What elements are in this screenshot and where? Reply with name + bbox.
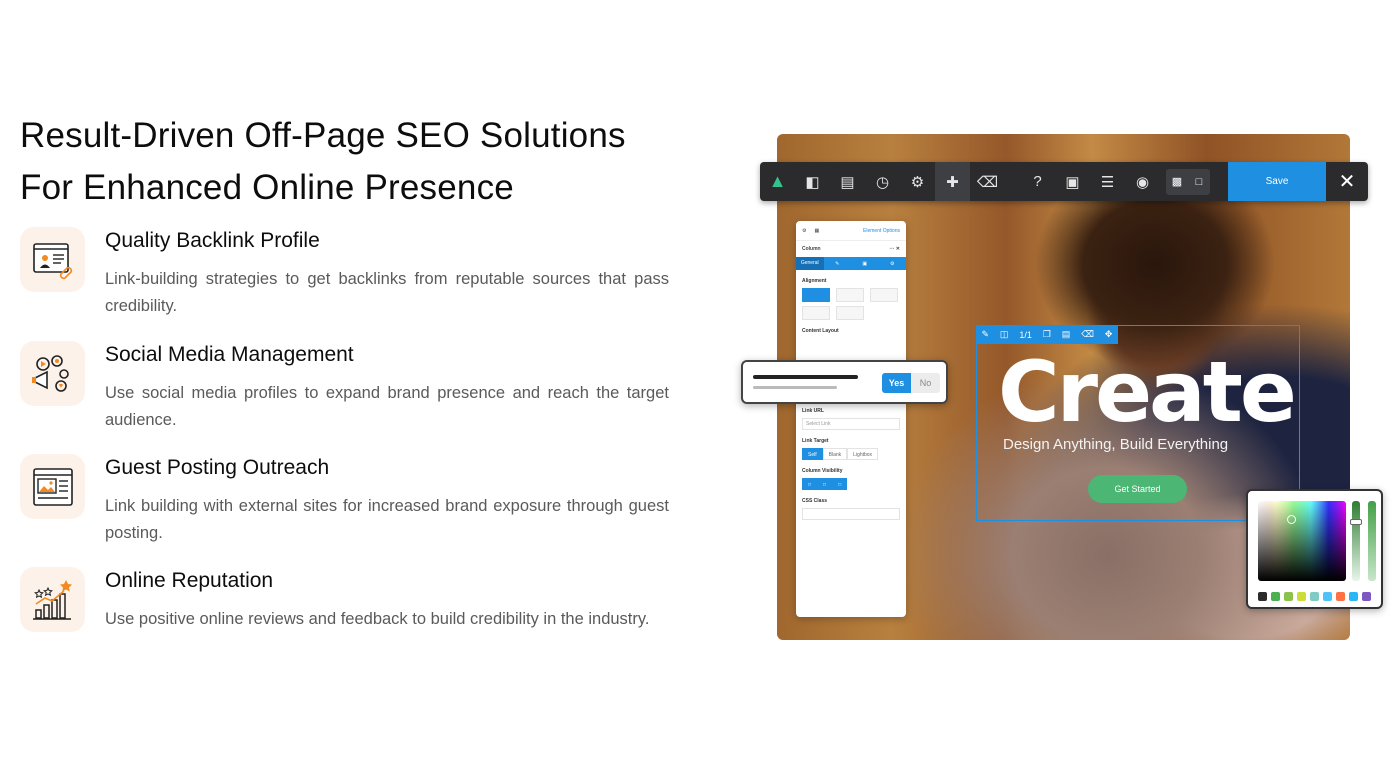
save-template-icon[interactable]: ▤ [1062,329,1071,340]
feature-description: Use positive online reviews and feedback… [105,610,650,628]
css-class-label: CSS Class [802,498,828,504]
link-target-selector: Self Blank Lightbox [802,448,900,460]
link-target-lightbox[interactable]: Lightbox [847,448,879,460]
editor-toolbar: ▲ ◧ ▤ ◷ ⚙ ✚ ⌫ ? ▣ ☰ ◉ ▩ □ Save ✕ [760,162,1368,201]
desktop-view-icon[interactable]: ▣ [1055,162,1090,201]
feature-title: Guest Posting Outreach [105,456,330,479]
color-swatch[interactable] [1258,592,1267,601]
device-desktop-icon[interactable]: □ [802,478,818,490]
link-target-self[interactable]: Self [802,448,823,460]
link-url-label: Link URL [802,408,824,414]
backlink-profile-icon [20,227,85,292]
slider-thumb[interactable] [1350,519,1362,525]
feature-description: Link-building strategies to get backlink… [105,270,669,315]
social-media-icon [20,341,85,406]
page-switcher[interactable]: ▩ □ [1166,168,1210,195]
toggle-card: Yes No [741,360,948,404]
tab-edit-icon[interactable]: ✎ [824,261,852,267]
guest-posting-icon [20,454,85,519]
grid-icon[interactable]: ▦ [814,228,819,234]
color-swatch[interactable] [1284,592,1293,601]
panel-tabs: General ✎ ▣ ⚙ [796,257,906,270]
color-swatch[interactable] [1297,592,1306,601]
link-url-input[interactable]: Select Link [802,418,900,430]
tab-advanced-icon[interactable]: ⚙ [879,261,907,267]
align-option[interactable] [870,288,898,302]
page-icon[interactable]: □ [1188,176,1210,188]
logo-icon: ▲ [768,171,787,191]
delete-icon[interactable]: ⌫ [1081,329,1094,340]
toggle-yes[interactable]: Yes [882,373,911,393]
page-icon[interactable]: ▩ [1166,175,1188,188]
tab-element-options[interactable]: Element Options [863,228,900,234]
color-swatch[interactable] [1336,592,1345,601]
headline-line-2: For Enhanced Online Presence [20,168,514,207]
yes-no-toggle[interactable]: Yes No [882,373,940,393]
device-tablet-icon[interactable]: □ [817,478,833,490]
align-option[interactable] [802,306,830,320]
column-visibility-label: Column Visibility [802,468,843,474]
sections-icon[interactable]: ☰ [1090,162,1125,201]
feature-title: Quality Backlink Profile [105,229,320,252]
edit-icon[interactable]: ✎ [981,329,989,340]
color-swatch[interactable] [1310,592,1319,601]
get-started-button[interactable]: Get Started [1088,475,1187,503]
device-mobile-icon[interactable]: □ [832,478,848,490]
align-option[interactable] [836,306,864,320]
content-layout-label: Content Layout [802,328,839,334]
settings-icon[interactable]: ⚙ [802,228,806,234]
element-options-panel: ⚙ ▦ Element Options Column ⋯ ✕ General ✎… [796,221,906,617]
tab-style-icon[interactable]: ▣ [851,261,879,267]
opacity-slider[interactable] [1368,501,1376,581]
headline-line-1: Result-Driven Off-Page SEO Solutions [20,116,626,155]
saturation-area[interactable] [1258,501,1346,581]
feature-description: Use social media profiles to expand bran… [105,384,669,429]
more-icon[interactable]: ⋯ ✕ [889,246,900,252]
visibility-selector: □ □ □ [802,478,900,490]
color-swatch[interactable] [1323,592,1332,601]
hue-slider[interactable] [1352,501,1360,581]
color-swatch[interactable] [1349,592,1358,601]
align-option[interactable] [802,288,830,302]
page-title: Result-Driven Off-Page SEO Solutions For… [20,110,680,214]
feature-title: Social Media Management [105,343,354,366]
feature-description: Link building with external sites for in… [105,497,669,542]
link-target-label: Link Target [802,438,829,444]
color-swatch[interactable] [1271,592,1280,601]
close-icon[interactable]: ✕ [1326,162,1368,201]
color-picker-knob[interactable] [1287,515,1296,524]
help-icon[interactable]: ? [1020,162,1055,201]
hero-title: Create [998,343,1297,441]
hero-subtitle: Design Anything, Build Everything [1003,436,1229,453]
column-counter: 1/1 [1019,329,1032,340]
panel-title: Column [802,246,821,252]
save-button[interactable]: Save [1228,162,1326,201]
color-picker [1246,489,1383,609]
sidebar-icon[interactable]: ◧ [795,162,830,201]
online-reputation-icon [20,567,85,632]
color-swatch[interactable] [1362,592,1371,601]
content-section: Result-Driven Off-Page SEO Solutions For… [20,110,680,632]
setting-label-placeholder [753,375,858,379]
move-icon[interactable]: ✥ [1105,329,1113,340]
preview-eye-icon[interactable]: ◉ [1125,162,1160,201]
feature-title: Online Reputation [105,569,274,592]
color-swatches [1258,592,1371,601]
columns-icon[interactable]: ◫ [1000,329,1009,340]
css-class-input[interactable] [802,508,900,520]
toggle-settings-icon[interactable]: ⚙ [900,162,935,201]
add-element-icon[interactable]: ✚ [935,162,970,201]
history-icon[interactable]: ◷ [865,162,900,201]
toggle-no[interactable]: No [911,373,940,393]
tab-general[interactable]: General [796,257,824,270]
trash-icon[interactable]: ⌫ [970,162,1005,201]
align-option[interactable] [836,288,864,302]
link-target-blank[interactable]: Blank [822,448,848,460]
duplicate-icon[interactable]: ❐ [1043,329,1051,340]
setting-hint-placeholder [753,386,837,389]
header-layout-icon[interactable]: ▤ [830,162,865,201]
